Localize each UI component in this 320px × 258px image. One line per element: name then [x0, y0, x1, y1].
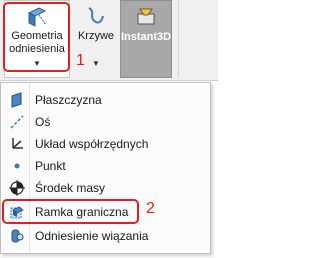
instant3d-label: Instant3D — [120, 31, 172, 43]
callout-number-2: 2 — [146, 200, 155, 217]
ribbon-overflow-area — [178, 0, 216, 78]
instant3d-button[interactable]: Instant3D — [120, 0, 172, 78]
menu-item-center-of-mass[interactable]: Środek masy — [1, 177, 210, 199]
menu-item-point[interactable]: Punkt — [1, 155, 210, 177]
plane-icon — [11, 92, 22, 108]
reference-geometry-menu: Płaszczyzna Oś Układ współrzędnych Punkt… — [0, 82, 211, 254]
center-of-mass-icon — [9, 180, 25, 196]
point-icon — [14, 163, 20, 169]
menu-item-coordinate-system[interactable]: Układ współrzędnych — [1, 133, 210, 155]
curves-icon — [88, 7, 104, 24]
menu-item-plane[interactable]: Płaszczyzna — [1, 89, 210, 111]
callout-box-2 — [2, 199, 139, 224]
callout-box-1 — [3, 2, 70, 72]
curves-label: Krzywe — [77, 30, 115, 42]
menu-item-axis[interactable]: Oś — [1, 111, 210, 133]
mate-reference-icon — [11, 229, 24, 243]
coordinate-system-icon — [12, 138, 23, 149]
instant3d-icon — [137, 8, 155, 25]
axis-icon — [10, 115, 24, 129]
callout-number-1: 1 — [76, 52, 85, 69]
dropdown-arrow-icon[interactable]: ▼ — [92, 59, 100, 68]
menu-item-mate-reference[interactable]: Odniesienie wiązania — [1, 225, 210, 247]
